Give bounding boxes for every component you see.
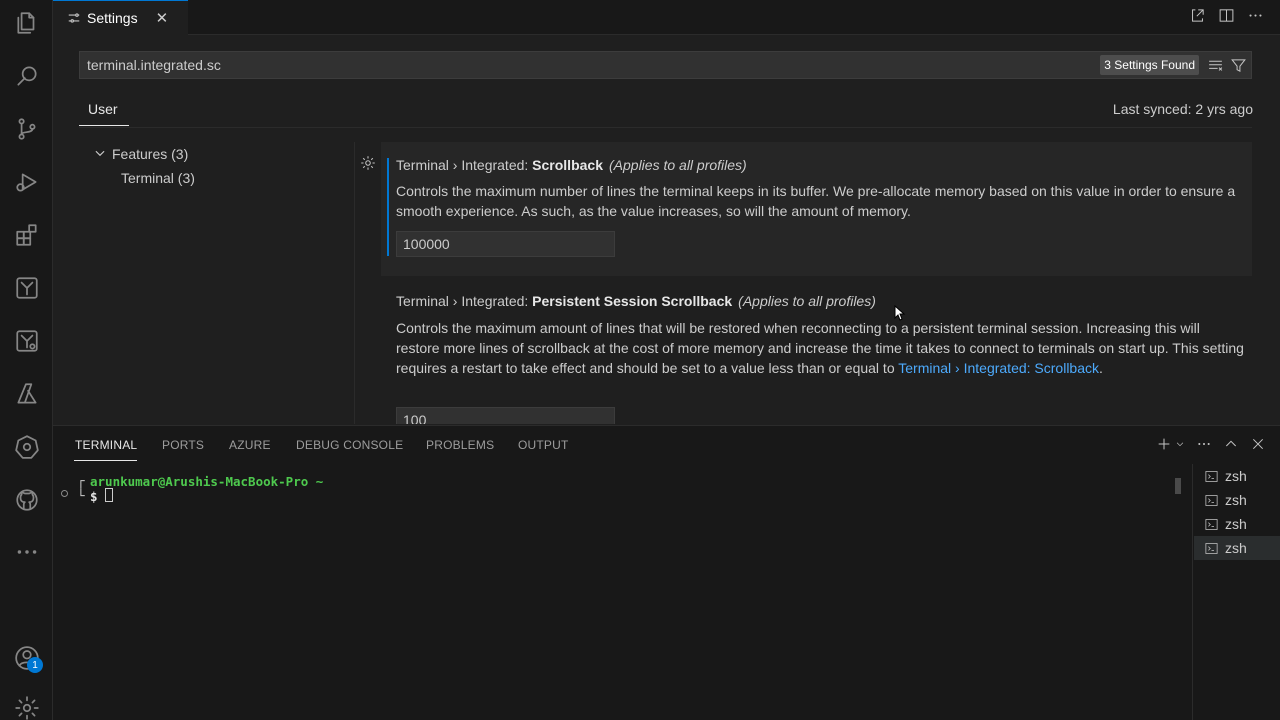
terminal-tabs-list: zsh zsh zsh zsh <box>1192 464 1280 720</box>
bottom-panel: TERMINAL PORTS AZURE DEBUG CONSOLE PROBL… <box>53 425 1280 720</box>
terminal-instance[interactable]: zsh <box>1194 512 1280 536</box>
mouse-pointer-icon <box>894 305 906 321</box>
terminal-user-host: arunkumar@Arushis-MacBook-Pro ~ <box>90 474 324 489</box>
tab-user-settings[interactable]: User <box>79 100 129 126</box>
run-debug-icon[interactable] <box>12 167 42 197</box>
description-end: . <box>1099 360 1103 376</box>
activity-bar: 1 <box>0 0 53 720</box>
tab-ports[interactable]: PORTS <box>162 438 204 452</box>
testing-icon[interactable] <box>12 273 42 303</box>
setting-title: Terminal › Integrated: Persistent Sessio… <box>396 293 876 309</box>
scrollback-input[interactable]: 100000 <box>396 231 615 257</box>
terminal-view[interactable]: ┌ arunkumar@Arushis-MacBook-Pro ~ └ $ <box>53 464 1191 720</box>
terminal-instance-label: zsh <box>1225 468 1247 484</box>
close-icon[interactable]: ✕ <box>156 9 169 27</box>
tab-problems[interactable]: PROBLEMS <box>426 438 494 452</box>
remote-explorer-icon[interactable] <box>12 326 42 356</box>
last-synced-label: Last synced: 2 yrs ago <box>1112 101 1253 117</box>
persistent-scrollback-value: 100 <box>403 412 427 424</box>
chevron-down-icon[interactable] <box>1175 439 1185 449</box>
settings-search-input[interactable]: terminal.integrated.sc 3 Settings Found <box>79 51 1252 79</box>
tab-settings[interactable]: Settings ✕ <box>53 0 188 35</box>
tab-debug-console[interactable]: DEBUG CONSOLE <box>296 438 403 452</box>
more-icon[interactable] <box>12 537 42 567</box>
command-decoration-icon <box>61 490 68 497</box>
setting-category: Terminal › Integrated: <box>396 293 533 309</box>
setting-name: Scrollback <box>532 157 603 173</box>
persistent-scrollback-input[interactable]: 100 <box>396 407 615 424</box>
chevron-down-icon[interactable] <box>93 146 107 163</box>
setting-description: Controls the maximum number of lines the… <box>396 183 1236 219</box>
terminal-scrollbar[interactable] <box>1175 478 1181 494</box>
new-terminal-icon[interactable] <box>1156 436 1172 452</box>
manage-gear-icon[interactable] <box>12 693 42 720</box>
toc-divider <box>354 142 355 424</box>
open-json-icon[interactable] <box>1189 7 1206 24</box>
clear-filter-list-icon[interactable] <box>1207 57 1224 74</box>
user-tab-label: User <box>88 101 118 117</box>
azure-icon[interactable] <box>12 379 42 409</box>
description-text: Controls the maximum amount of lines tha… <box>396 320 1244 376</box>
extensions-icon[interactable] <box>12 220 42 250</box>
settings-editor: terminal.integrated.sc 3 Settings Found … <box>53 36 1280 424</box>
explorer-icon[interactable] <box>12 8 42 38</box>
toc-terminal[interactable]: Terminal (3) <box>121 170 195 186</box>
more-actions-icon[interactable] <box>1247 7 1264 24</box>
terminal-instance-label: zsh <box>1225 516 1247 532</box>
filter-icon[interactable] <box>1230 57 1247 74</box>
search-query: terminal.integrated.sc <box>87 57 221 73</box>
scrollback-value: 100000 <box>403 236 450 252</box>
github-icon[interactable] <box>12 485 42 515</box>
tab-azure[interactable]: AZURE <box>229 438 271 452</box>
search-icon[interactable] <box>12 61 42 91</box>
terminal-instance-label: zsh <box>1225 540 1247 556</box>
setting-scope: (Applies to all profiles) <box>609 157 747 173</box>
terminal-instance[interactable]: zsh <box>1194 488 1280 512</box>
setting-title: Terminal › Integrated: Scrollback (Applie… <box>396 157 747 173</box>
maximize-panel-icon[interactable] <box>1223 436 1239 452</box>
terminal-icon <box>1205 494 1218 506</box>
terminal-instance[interactable]: zsh <box>1194 464 1280 488</box>
focus-indicator <box>387 158 389 256</box>
settings-tab-icon <box>68 13 80 23</box>
toc-features[interactable]: Features (3) <box>112 146 188 162</box>
setting-scope: (Applies to all profiles) <box>738 293 876 309</box>
accounts-badge: 1 <box>27 657 43 673</box>
tab-terminal[interactable]: TERMINAL <box>75 438 137 452</box>
close-panel-icon[interactable] <box>1250 436 1266 452</box>
setting-category: Terminal › Integrated: <box>396 157 533 173</box>
source-control-icon[interactable] <box>12 114 42 144</box>
terminal-cursor <box>105 488 113 502</box>
panel-actions <box>1156 436 1266 452</box>
terminal-prompt: $ <box>90 489 98 504</box>
gear-icon[interactable] <box>359 154 377 172</box>
kubernetes-icon[interactable] <box>12 432 42 462</box>
setting-name: Persistent Session Scrollback <box>532 293 733 309</box>
terminal-icon <box>1205 518 1218 530</box>
editor-tab-bar: Settings ✕ <box>53 0 1280 35</box>
terminal-instance[interactable]: zsh <box>1194 536 1280 560</box>
divider <box>79 127 1252 128</box>
terminal-icon <box>1205 470 1218 482</box>
active-tab-indicator <box>74 460 137 461</box>
setting-description: Controls the maximum amount of lines tha… <box>396 318 1246 378</box>
scrollback-setting-link[interactable]: Terminal › Integrated: Scrollback <box>898 360 1099 376</box>
tab-output[interactable]: OUTPUT <box>518 438 569 452</box>
editor-actions <box>1189 7 1264 24</box>
more-actions-icon[interactable] <box>1196 436 1212 452</box>
results-count-badge: 3 Settings Found <box>1100 55 1199 75</box>
terminal-icon <box>1205 542 1218 554</box>
tab-label: Settings <box>87 10 138 26</box>
terminal-instance-label: zsh <box>1225 492 1247 508</box>
split-editor-icon[interactable] <box>1218 7 1235 24</box>
prompt-bracket-bottom: └ <box>77 488 85 503</box>
prompt-bracket: ┌ <box>77 473 85 488</box>
